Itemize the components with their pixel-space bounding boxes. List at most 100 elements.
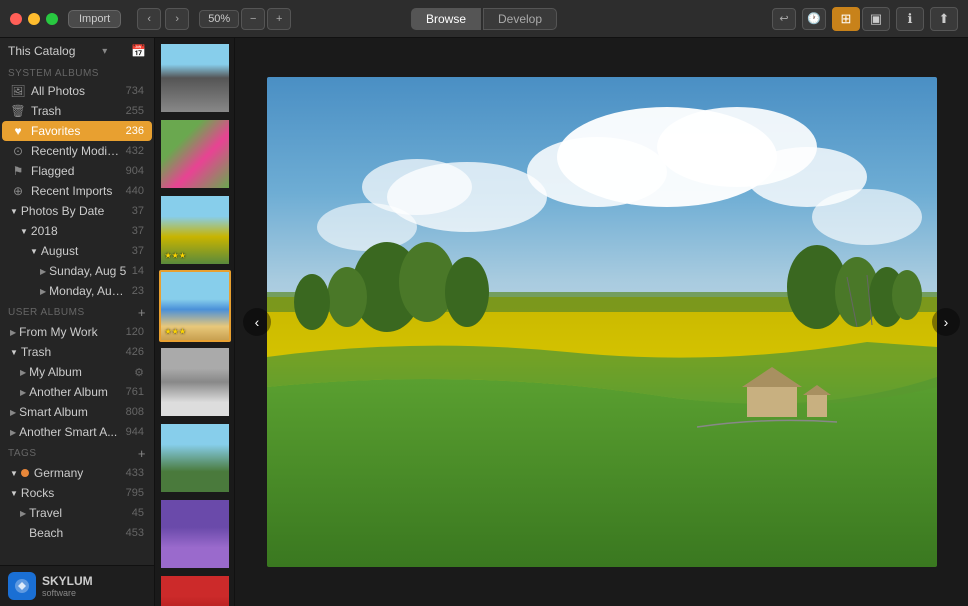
info-button[interactable]: ℹ (896, 7, 924, 31)
view-tabs: Browse Develop (411, 8, 557, 30)
import-button[interactable]: Import (68, 10, 121, 28)
sidebar-item-august[interactable]: ▼ August 37 (2, 241, 152, 261)
main-content: ‹ (235, 38, 968, 606)
thumb-image-2 (161, 120, 229, 188)
sidebar-item-my-album[interactable]: ▶ My Album ⚙ (2, 362, 152, 382)
forward-button[interactable]: › (165, 8, 189, 30)
aug6-label: Monday, Aug 6 (49, 284, 128, 298)
skylum-branding: SKYLUM software (42, 574, 93, 598)
sidebar-item-another-smart[interactable]: ▶ Another Smart A... 944 (2, 422, 152, 442)
add-tag-icon[interactable]: + (138, 446, 146, 461)
trash-user-label: Trash (21, 345, 122, 359)
skylum-footer: SKYLUM software (0, 565, 154, 606)
tab-browse[interactable]: Browse (411, 8, 481, 30)
august-triangle: ▼ (30, 247, 38, 256)
sidebar-item-trash-user[interactable]: ▼ Trash 426 (2, 342, 152, 362)
close-button[interactable] (10, 13, 22, 25)
august-label: August (41, 244, 128, 258)
zoom-level[interactable]: 50% (199, 10, 239, 28)
back-button[interactable]: ‹ (137, 8, 161, 30)
catalog-header[interactable]: This Catalog ▾ 📅 (0, 38, 154, 64)
user-albums-label: User Albums (8, 307, 85, 318)
recently-modified-icon: ⊙ (10, 144, 26, 158)
landscape-svg (267, 77, 937, 567)
another-smart-label: Another Smart A... (19, 425, 121, 439)
zoom-out-button[interactable]: − (241, 8, 265, 30)
tab-develop[interactable]: Develop (483, 8, 557, 30)
thumb-image-6 (161, 424, 229, 492)
filmstrip: ★★★ ★★★ (155, 38, 235, 606)
trash-sys-count: 255 (126, 105, 144, 117)
history-button[interactable]: 🕐 (802, 8, 826, 30)
compare-view-button[interactable]: ▣ (862, 7, 890, 31)
filmstrip-thumb-7[interactable] (159, 498, 231, 570)
recently-modified-label: Recently Modified (31, 144, 122, 158)
sidebar-item-all-photos[interactable]: 🖼 All Photos 734 (2, 81, 152, 101)
filmstrip-thumb-8[interactable] (159, 574, 231, 606)
next-photo-button[interactable]: › (932, 308, 960, 336)
sidebar-item-favorites[interactable]: ♥ Favorites 236 (2, 121, 152, 141)
aug5-triangle: ▶ (40, 267, 46, 276)
sidebar-item-trash-sys[interactable]: 🗑 Trash 255 (2, 101, 152, 121)
sidebar-item-photos-by-date[interactable]: ▼ Photos By Date 37 (2, 201, 152, 221)
photos-by-date-count: 37 (132, 205, 144, 217)
sidebar-item-travel[interactable]: ▶ Travel 45 (2, 503, 152, 523)
share-button[interactable]: ⬆ (930, 7, 958, 31)
thumb-stars-3: ★★★ (165, 251, 187, 260)
flagged-icon: ⚑ (10, 164, 26, 178)
recent-imports-label: Recent Imports (31, 184, 122, 198)
sidebar-item-recently-modified[interactable]: ⊙ Recently Modified 432 (2, 141, 152, 161)
sidebar-item-aug5[interactable]: ▶ Sunday, Aug 5 14 (2, 261, 152, 281)
add-album-icon[interactable]: + (138, 305, 146, 320)
filmstrip-thumb-4[interactable]: ★★★ (159, 270, 231, 342)
sidebar-item-another-album[interactable]: ▶ Another Album 761 (2, 382, 152, 402)
all-photos-icon: 🖼 (10, 84, 26, 98)
calendar-icon[interactable]: 📅 (131, 44, 146, 58)
minimize-button[interactable] (28, 13, 40, 25)
flagged-count: 904 (126, 165, 144, 177)
right-controls: ↩ 🕐 ⊞ ▣ ℹ ⬆ (772, 7, 958, 31)
recent-imports-icon: ⊕ (10, 184, 26, 198)
filmstrip-thumb-5[interactable] (159, 346, 231, 418)
sidebar-item-smart-album[interactable]: ▶ Smart Album 808 (2, 402, 152, 422)
filmstrip-thumb-3[interactable]: ★★★ (159, 194, 231, 266)
main-layout: This Catalog ▾ 📅 System Albums 🖼 All Pho… (0, 38, 968, 606)
main-photo-view (267, 77, 937, 567)
titlebar: Import ‹ › 50% − + Browse Develop ↩ 🕐 ⊞ … (0, 0, 968, 38)
recently-modified-count: 432 (126, 145, 144, 157)
smart-album-triangle: ▶ (10, 408, 16, 417)
prev-photo-button[interactable]: ‹ (243, 308, 271, 336)
recent-imports-count: 440 (126, 185, 144, 197)
sidebar-item-germany[interactable]: ▼ Germany 433 (2, 463, 152, 483)
tags-header: Tags + (0, 442, 154, 463)
sidebar-item-recent-imports[interactable]: ⊕ Recent Imports 440 (2, 181, 152, 201)
from-work-count: 120 (126, 326, 144, 338)
favorites-icon: ♥ (10, 124, 26, 138)
sidebar-item-2018[interactable]: ▼ 2018 37 (2, 221, 152, 241)
undo-button[interactable]: ↩ (772, 8, 796, 30)
rocks-triangle: ▼ (10, 489, 18, 498)
my-album-triangle: ▶ (20, 368, 26, 377)
sidebar-item-aug6[interactable]: ▶ Monday, Aug 6 23 (2, 281, 152, 301)
sidebar-item-from-work[interactable]: ▶ From My Work 120 (2, 322, 152, 342)
all-photos-count: 734 (126, 85, 144, 97)
filmstrip-thumb-2[interactable] (159, 118, 231, 190)
filmstrip-thumb-1[interactable] (159, 42, 231, 114)
august-count: 37 (132, 245, 144, 257)
skylum-name: SKYLUM (42, 574, 93, 588)
sidebar-item-rocks[interactable]: ▼ Rocks 795 (2, 483, 152, 503)
rocks-count: 795 (126, 487, 144, 499)
grid-view-button[interactable]: ⊞ (832, 7, 860, 31)
thumb-stars-4: ★★★ (165, 327, 187, 336)
germany-count: 433 (126, 467, 144, 479)
sidebar-item-beach[interactable]: ▶ Beach 453 (2, 523, 152, 543)
another-album-triangle: ▶ (20, 388, 26, 397)
sidebar-item-flagged[interactable]: ⚑ Flagged 904 (2, 161, 152, 181)
maximize-button[interactable] (46, 13, 58, 25)
traffic-lights (10, 13, 58, 25)
all-photos-label: All Photos (31, 84, 122, 98)
filmstrip-thumb-6[interactable] (159, 422, 231, 494)
favorites-count: 236 (126, 125, 144, 137)
skylum-logo (8, 572, 36, 600)
zoom-in-button[interactable]: + (267, 8, 291, 30)
